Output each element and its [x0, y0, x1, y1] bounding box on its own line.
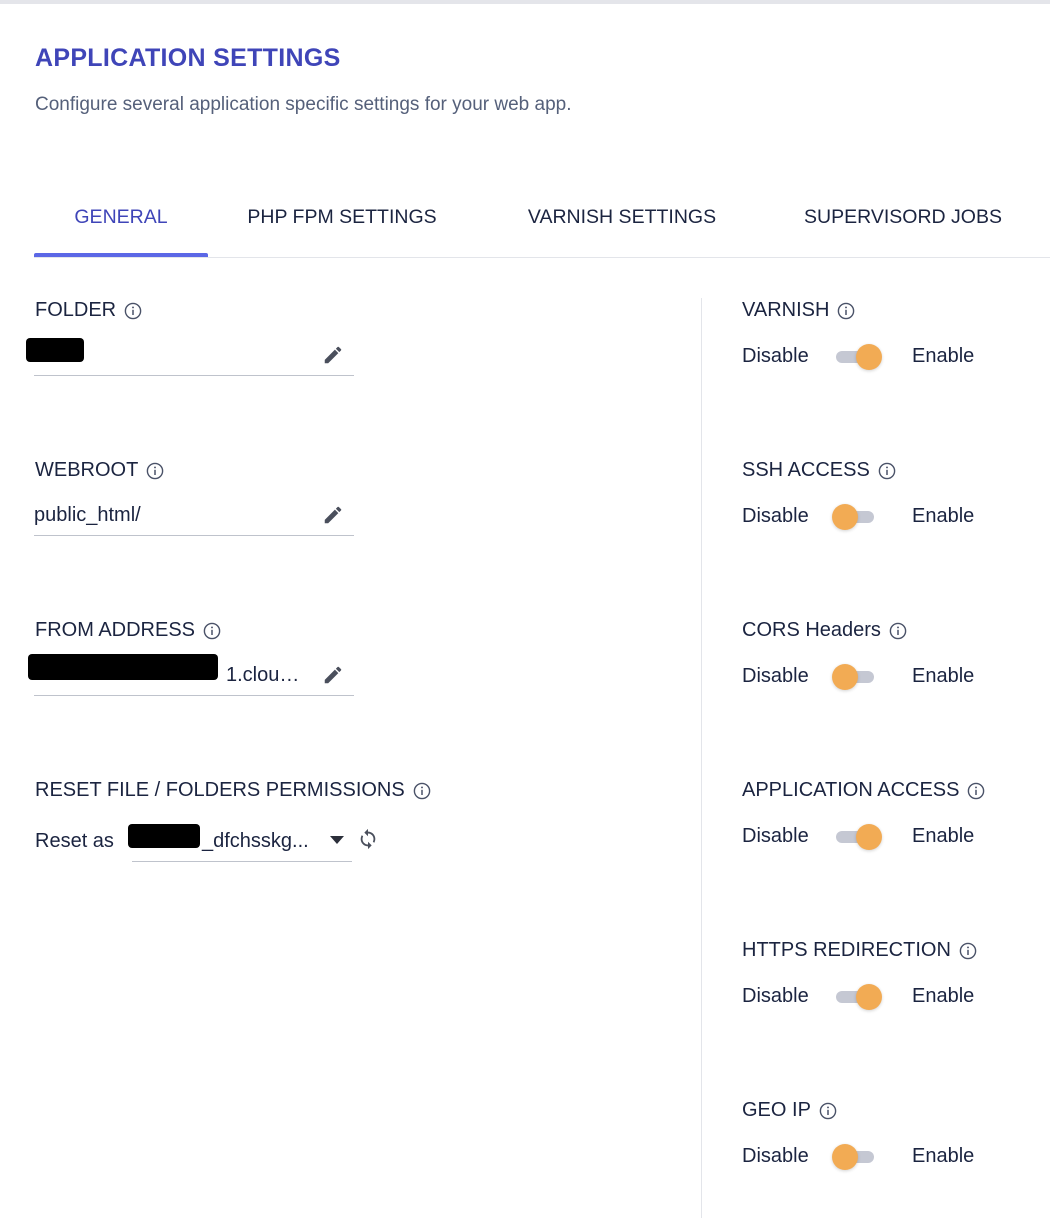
info-icon[interactable]: [124, 302, 142, 320]
geo-ip-label: GEO IP: [742, 1099, 811, 1121]
toggle-knob: [856, 824, 882, 850]
reset-user-select[interactable]: _dfchsskg...: [128, 820, 352, 862]
webroot-value: public_html/: [34, 504, 141, 526]
info-icon[interactable]: [819, 1102, 837, 1120]
info-icon[interactable]: [203, 622, 221, 640]
varnish-toggle[interactable]: [834, 344, 882, 370]
toggle-knob: [832, 504, 858, 530]
info-icon[interactable]: [967, 782, 985, 800]
application-access-label: APPLICATION ACCESS: [742, 779, 960, 801]
https-redirection-toggle[interactable]: [834, 984, 882, 1010]
cors-headers-label: CORS Headers: [742, 619, 881, 641]
ssh-access-label-group: SSH ACCESS: [742, 459, 896, 482]
folder-label-group: FOLDER: [35, 299, 142, 322]
disable-label[interactable]: Disable: [742, 985, 809, 1008]
varnish-label-group: VARNISH: [742, 299, 855, 322]
ssh-access-toggle[interactable]: [832, 504, 878, 530]
cors-headers-toggle-row: Disable Enable: [742, 662, 1002, 692]
https-redirection-label: HTTPS REDIRECTION: [742, 939, 951, 961]
caret-down-icon[interactable]: [330, 836, 344, 844]
application-access-label-group: APPLICATION ACCESS: [742, 779, 985, 802]
toggle-knob: [832, 1144, 858, 1170]
column-divider: [701, 298, 702, 1218]
tab-general[interactable]: GENERAL: [34, 190, 208, 257]
pencil-icon[interactable]: [322, 504, 344, 526]
varnish-label: VARNISH: [742, 299, 830, 321]
pencil-icon[interactable]: [322, 344, 344, 366]
from-address-label: FROM ADDRESS: [35, 619, 196, 641]
webroot-label: WEBROOT: [35, 459, 139, 481]
varnish-toggle-row: Disable Enable: [742, 342, 1002, 372]
toggle-knob: [832, 664, 858, 690]
application-access-toggle-row: Disable Enable: [742, 822, 1002, 852]
cors-headers-label-group: CORS Headers: [742, 619, 907, 642]
https-redirection-toggle-row: Disable Enable: [742, 982, 1002, 1012]
info-icon[interactable]: [837, 302, 855, 320]
reset-as-label: Reset as: [35, 830, 114, 852]
page-subtitle: Configure several application specific s…: [35, 94, 572, 115]
info-icon[interactable]: [146, 462, 164, 480]
disable-label[interactable]: Disable: [742, 1145, 809, 1168]
redacted-block: [28, 654, 218, 680]
geo-ip-toggle[interactable]: [832, 1144, 878, 1170]
page-title: APPLICATION SETTINGS: [35, 44, 341, 72]
tab-varnish-settings[interactable]: VARNISH SETTINGS: [504, 190, 740, 256]
info-icon[interactable]: [959, 942, 977, 960]
tab-bar: GENERAL PHP FPM SETTINGS VARNISH SETTING…: [34, 190, 1050, 258]
cors-headers-toggle[interactable]: [832, 664, 878, 690]
tab-supervisord-jobs[interactable]: SUPERVISORD JOBS: [786, 190, 1020, 256]
info-icon[interactable]: [413, 782, 431, 800]
enable-label[interactable]: Enable: [912, 505, 974, 528]
folder-field[interactable]: [26, 336, 354, 376]
tab-php-fpm-settings[interactable]: PHP FPM SETTINGS: [230, 190, 454, 256]
ssh-access-label: SSH ACCESS: [742, 459, 870, 481]
enable-label[interactable]: Enable: [912, 985, 974, 1008]
disable-label[interactable]: Disable: [742, 505, 809, 528]
from-address-field[interactable]: 1.cloud...: [28, 654, 354, 696]
webroot-field[interactable]: public_html/: [34, 496, 354, 536]
enable-label[interactable]: Enable: [912, 1145, 974, 1168]
enable-label[interactable]: Enable: [912, 345, 974, 368]
toggle-knob: [856, 984, 882, 1010]
disable-label[interactable]: Disable: [742, 665, 809, 688]
geo-ip-toggle-row: Disable Enable: [742, 1142, 1002, 1172]
disable-label[interactable]: Disable: [742, 825, 809, 848]
disable-label[interactable]: Disable: [742, 345, 809, 368]
redacted-block: [128, 824, 200, 848]
ssh-access-toggle-row: Disable Enable: [742, 502, 1002, 532]
info-icon[interactable]: [878, 462, 896, 480]
top-edge: [0, 0, 1050, 4]
sync-icon[interactable]: [357, 828, 379, 850]
pencil-icon[interactable]: [322, 664, 344, 686]
geo-ip-label-group: GEO IP: [742, 1099, 837, 1122]
webroot-label-group: WEBROOT: [35, 459, 164, 482]
redacted-block: [26, 338, 84, 362]
reset-permissions-label: RESET FILE / FOLDERS PERMISSIONS: [35, 779, 405, 801]
enable-label[interactable]: Enable: [912, 665, 974, 688]
info-icon[interactable]: [889, 622, 907, 640]
enable-label[interactable]: Enable: [912, 825, 974, 848]
toggle-knob: [856, 344, 882, 370]
reset-permissions-label-group: RESET FILE / FOLDERS PERMISSIONS: [35, 779, 431, 802]
application-access-toggle[interactable]: [834, 824, 882, 850]
folder-label: FOLDER: [35, 299, 117, 321]
https-redirection-label-group: HTTPS REDIRECTION: [742, 939, 977, 962]
from-address-label-group: FROM ADDRESS: [35, 619, 221, 642]
